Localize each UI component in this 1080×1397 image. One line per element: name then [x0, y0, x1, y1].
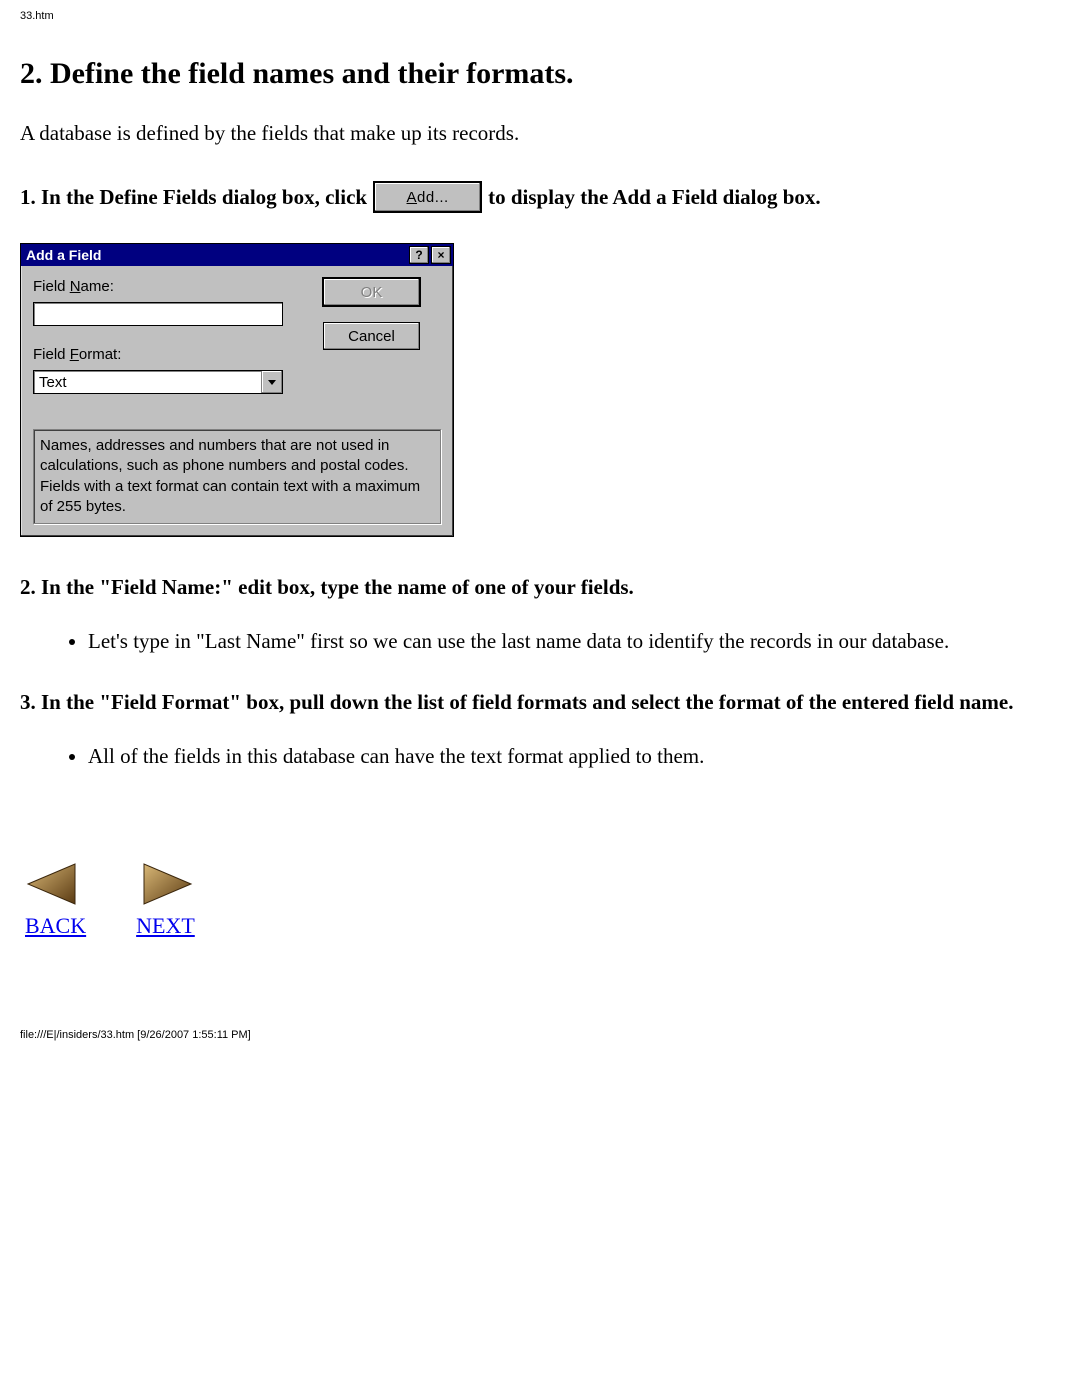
dialog-title: Add a Field	[26, 247, 407, 263]
footer-path: file:///E|/insiders/33.htm [9/26/2007 1:…	[20, 1029, 1060, 1041]
field-format-value: Text	[34, 374, 261, 391]
field-format-label: Field Format:	[33, 346, 313, 363]
step-3: 3. In the "Field Format" box, pull down …	[20, 690, 1060, 715]
help-icon[interactable]: ?	[409, 246, 429, 264]
nav-row: BACK NEXT	[20, 861, 1060, 939]
field-name-label: Field Name:	[33, 278, 313, 295]
list-item: All of the fields in this database can h…	[88, 743, 1060, 770]
intro-text: A database is defined by the fields that…	[20, 121, 1060, 146]
field-format-select[interactable]: Text	[33, 370, 283, 394]
back-nav[interactable]: BACK	[25, 861, 86, 939]
back-link[interactable]: BACK	[25, 913, 86, 938]
ok-button[interactable]: OK	[323, 278, 420, 306]
page-title: 2. Define the field names and their form…	[20, 57, 1060, 91]
step-1: 1. In the Define Fields dialog box, clic…	[20, 181, 1060, 213]
field-name-input[interactable]	[33, 302, 283, 326]
add-button-hotkey: A	[407, 189, 418, 206]
step-1-before: 1. In the Define Fields dialog box, clic…	[20, 185, 367, 210]
header-filename: 33.htm	[20, 10, 1060, 22]
add-button-inline[interactable]: Add...	[373, 181, 482, 213]
next-link[interactable]: NEXT	[136, 913, 195, 938]
field-format-hotkey: F	[70, 346, 79, 363]
field-name-hotkey: N	[70, 278, 81, 295]
step-3-bullets: All of the fields in this database can h…	[20, 743, 1060, 770]
step-2-bullets: Let's type in "Last Name" first so we ca…	[20, 628, 1060, 655]
arrow-left-icon	[25, 861, 83, 907]
step-2: 2. In the "Field Name:" edit box, type t…	[20, 575, 1060, 600]
dialog-titlebar: Add a Field ? ×	[21, 244, 453, 266]
next-nav[interactable]: NEXT	[136, 861, 195, 939]
close-icon[interactable]: ×	[431, 246, 451, 264]
arrow-right-icon	[136, 861, 194, 907]
add-a-field-dialog: Add a Field ? × Field Name: Field Format…	[20, 243, 454, 537]
step-1-after: to display the Add a Field dialog box.	[488, 185, 821, 210]
format-description: Names, addresses and numbers that are no…	[33, 429, 441, 524]
cancel-button[interactable]: Cancel	[323, 322, 420, 350]
list-item: Let's type in "Last Name" first so we ca…	[88, 628, 1060, 655]
chevron-down-icon[interactable]	[261, 371, 282, 393]
